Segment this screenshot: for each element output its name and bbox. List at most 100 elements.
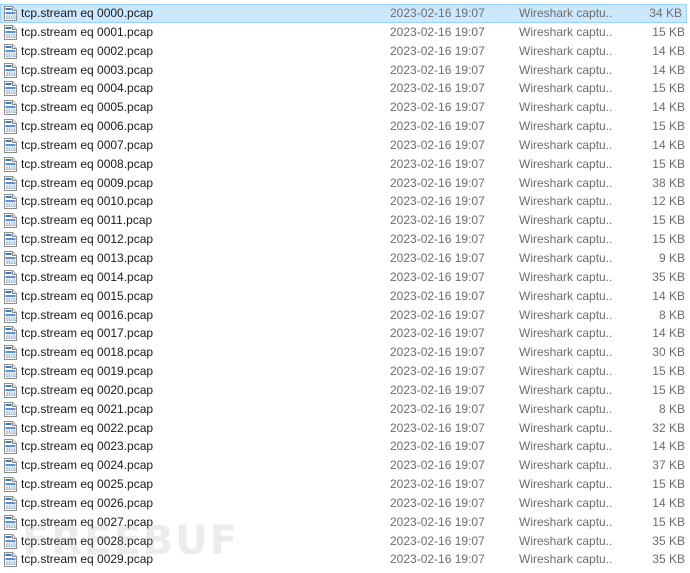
svg-text:0101: 0101 bbox=[6, 72, 17, 77]
file-size: 14 KB bbox=[652, 495, 685, 510]
file-row[interactable]: 0101 tcp.stream eq 0022.pcap 2023-02-16 19… bbox=[0, 419, 690, 438]
file-type: Wireshark captu... bbox=[519, 420, 613, 435]
pcap-file-icon: 0101 bbox=[4, 100, 17, 116]
file-row[interactable]: 0101 tcp.stream eq 0027.pcap 2023-02-16 19… bbox=[0, 513, 690, 532]
pcap-file-icon: 0101 bbox=[4, 137, 17, 153]
file-type: Wireshark captu... bbox=[519, 382, 613, 397]
pcap-file-icon: 0101 bbox=[4, 364, 17, 380]
pcap-file-icon: 0101 bbox=[4, 194, 17, 210]
file-modified-date: 2023-02-16 19:07 bbox=[390, 62, 485, 77]
file-type: Wireshark captu... bbox=[519, 269, 613, 284]
pcap-file-icon: 0101 bbox=[4, 250, 17, 266]
file-type: Wireshark captu... bbox=[519, 119, 613, 134]
file-size: 8 KB bbox=[658, 401, 685, 416]
pcap-file-icon: 0101 bbox=[4, 477, 17, 493]
svg-text:0101: 0101 bbox=[6, 335, 17, 340]
file-type: Wireshark captu... bbox=[519, 326, 613, 341]
file-type: Wireshark captu... bbox=[519, 495, 613, 510]
file-row[interactable]: 0101 tcp.stream eq 0004.pcap 2023-02-16 19… bbox=[0, 79, 690, 98]
file-row[interactable]: 0101 tcp.stream eq 0017.pcap 2023-02-16 19… bbox=[0, 324, 690, 343]
file-row[interactable]: 0101 tcp.stream eq 0011.pcap 2023-02-16 19… bbox=[0, 211, 690, 230]
file-type: Wireshark captu... bbox=[519, 24, 613, 39]
file-size: 15 KB bbox=[652, 119, 685, 134]
file-modified-date: 2023-02-16 19:07 bbox=[390, 288, 485, 303]
pcap-file-icon: 0101 bbox=[4, 156, 17, 172]
file-size: 35 KB bbox=[652, 533, 685, 548]
file-modified-date: 2023-02-16 19:07 bbox=[390, 401, 485, 416]
file-name: tcp.stream eq 0009.pcap bbox=[21, 175, 154, 190]
file-size: 15 KB bbox=[652, 477, 685, 492]
file-list: 0101 tcp.stream eq 0000.pcap 2023-02-16 19… bbox=[0, 4, 690, 569]
file-size: 38 KB bbox=[652, 175, 685, 190]
pcap-file-icon: 0101 bbox=[4, 533, 17, 549]
file-row[interactable]: 0101 tcp.stream eq 0005.pcap 2023-02-16 19… bbox=[0, 98, 690, 117]
file-row[interactable]: 0101 tcp.stream eq 0018.pcap 2023-02-16 19… bbox=[0, 343, 690, 362]
file-size: 30 KB bbox=[652, 345, 685, 360]
svg-text:0101: 0101 bbox=[6, 298, 17, 303]
file-row[interactable]: 0101 tcp.stream eq 0007.pcap 2023-02-16 19… bbox=[0, 136, 690, 155]
file-name: tcp.stream eq 0023.pcap bbox=[21, 439, 154, 454]
file-row[interactable]: 0101 tcp.stream eq 0020.pcap 2023-02-16 19… bbox=[0, 381, 690, 400]
file-row[interactable]: 0101 tcp.stream eq 0009.pcap 2023-02-16 19… bbox=[0, 174, 690, 193]
file-row[interactable]: 0101 tcp.stream eq 0002.pcap 2023-02-16 19… bbox=[0, 42, 690, 61]
pcap-file-icon: 0101 bbox=[4, 288, 17, 304]
file-row[interactable]: 0101 tcp.stream eq 0021.pcap 2023-02-16 19… bbox=[0, 400, 690, 419]
svg-text:0101: 0101 bbox=[6, 185, 17, 190]
file-type: Wireshark captu... bbox=[519, 100, 613, 115]
file-size: 9 KB bbox=[658, 250, 685, 265]
pcap-file-icon: 0101 bbox=[4, 269, 17, 285]
file-row[interactable]: 0101 tcp.stream eq 0001.pcap 2023-02-16 19… bbox=[0, 23, 690, 42]
file-row[interactable]: 0101 tcp.stream eq 0026.pcap 2023-02-16 19… bbox=[0, 494, 690, 513]
pcap-file-icon: 0101 bbox=[4, 24, 17, 40]
pcap-file-icon: 0101 bbox=[4, 43, 17, 59]
file-row[interactable]: 0101 tcp.stream eq 0006.pcap 2023-02-16 19… bbox=[0, 117, 690, 136]
file-modified-date: 2023-02-16 19:07 bbox=[390, 495, 485, 510]
file-modified-date: 2023-02-16 19:07 bbox=[390, 137, 485, 152]
file-row[interactable]: 0101 tcp.stream eq 0013.pcap 2023-02-16 19… bbox=[0, 249, 690, 268]
file-modified-date: 2023-02-16 19:07 bbox=[390, 477, 485, 492]
svg-text:0101: 0101 bbox=[6, 411, 17, 416]
file-size: 15 KB bbox=[652, 213, 685, 228]
file-row[interactable]: 0101 tcp.stream eq 0015.pcap 2023-02-16 19… bbox=[0, 287, 690, 306]
file-name: tcp.stream eq 0019.pcap bbox=[21, 364, 154, 379]
file-row[interactable]: 0101 tcp.stream eq 0016.pcap 2023-02-16 19… bbox=[0, 306, 690, 325]
file-modified-date: 2023-02-16 19:07 bbox=[390, 364, 485, 379]
file-row[interactable]: 0101 tcp.stream eq 0003.pcap 2023-02-16 19… bbox=[0, 61, 690, 80]
file-row[interactable]: 0101 tcp.stream eq 0014.pcap 2023-02-16 19… bbox=[0, 268, 690, 287]
file-name: tcp.stream eq 0000.pcap bbox=[21, 6, 154, 20]
file-modified-date: 2023-02-16 19:07 bbox=[390, 194, 485, 209]
file-modified-date: 2023-02-16 19:07 bbox=[390, 119, 485, 134]
file-row[interactable]: 0101 tcp.stream eq 0000.pcap 2023-02-16 19… bbox=[0, 4, 687, 23]
svg-text:0101: 0101 bbox=[6, 90, 17, 95]
file-size: 15 KB bbox=[652, 382, 685, 397]
svg-text:0101: 0101 bbox=[6, 430, 17, 435]
file-name: tcp.stream eq 0011.pcap bbox=[21, 213, 153, 228]
svg-text:0101: 0101 bbox=[6, 241, 17, 246]
pcap-file-icon: 0101 bbox=[4, 439, 17, 455]
file-row[interactable]: 0101 tcp.stream eq 0008.pcap 2023-02-16 19… bbox=[0, 155, 690, 174]
file-row[interactable]: 0101 tcp.stream eq 0029.pcap 2023-02-16 19… bbox=[0, 550, 690, 569]
file-name: tcp.stream eq 0006.pcap bbox=[21, 119, 154, 134]
file-row[interactable]: 0101 tcp.stream eq 0024.pcap 2023-02-16 19… bbox=[0, 456, 690, 475]
pcap-file-icon: 0101 bbox=[4, 307, 17, 323]
svg-text:0101: 0101 bbox=[6, 486, 17, 491]
file-name: tcp.stream eq 0025.pcap bbox=[21, 477, 154, 492]
svg-text:0101: 0101 bbox=[6, 561, 17, 566]
file-size: 14 KB bbox=[652, 100, 685, 115]
file-size: 15 KB bbox=[652, 81, 685, 96]
svg-text:0101: 0101 bbox=[6, 448, 17, 453]
svg-text:0101: 0101 bbox=[6, 373, 17, 378]
file-type: Wireshark captu... bbox=[519, 307, 613, 322]
file-row[interactable]: 0101 tcp.stream eq 0010.pcap 2023-02-16 19… bbox=[0, 192, 690, 211]
file-row[interactable]: 0101 tcp.stream eq 0012.pcap 2023-02-16 19… bbox=[0, 230, 690, 249]
file-row[interactable]: 0101 tcp.stream eq 0028.pcap 2023-02-16 19… bbox=[0, 532, 690, 551]
file-name: tcp.stream eq 0017.pcap bbox=[21, 326, 154, 341]
file-type: Wireshark captu... bbox=[519, 81, 613, 96]
file-row[interactable]: 0101 tcp.stream eq 0023.pcap 2023-02-16 19… bbox=[0, 437, 690, 456]
svg-text:0101: 0101 bbox=[6, 354, 17, 359]
file-row[interactable]: 0101 tcp.stream eq 0019.pcap 2023-02-16 19… bbox=[0, 362, 690, 381]
file-type: Wireshark captu... bbox=[519, 175, 613, 190]
file-size: 15 KB bbox=[652, 156, 685, 171]
pcap-file-icon: 0101 bbox=[4, 495, 17, 511]
file-row[interactable]: 0101 tcp.stream eq 0025.pcap 2023-02-16 19… bbox=[0, 475, 690, 494]
